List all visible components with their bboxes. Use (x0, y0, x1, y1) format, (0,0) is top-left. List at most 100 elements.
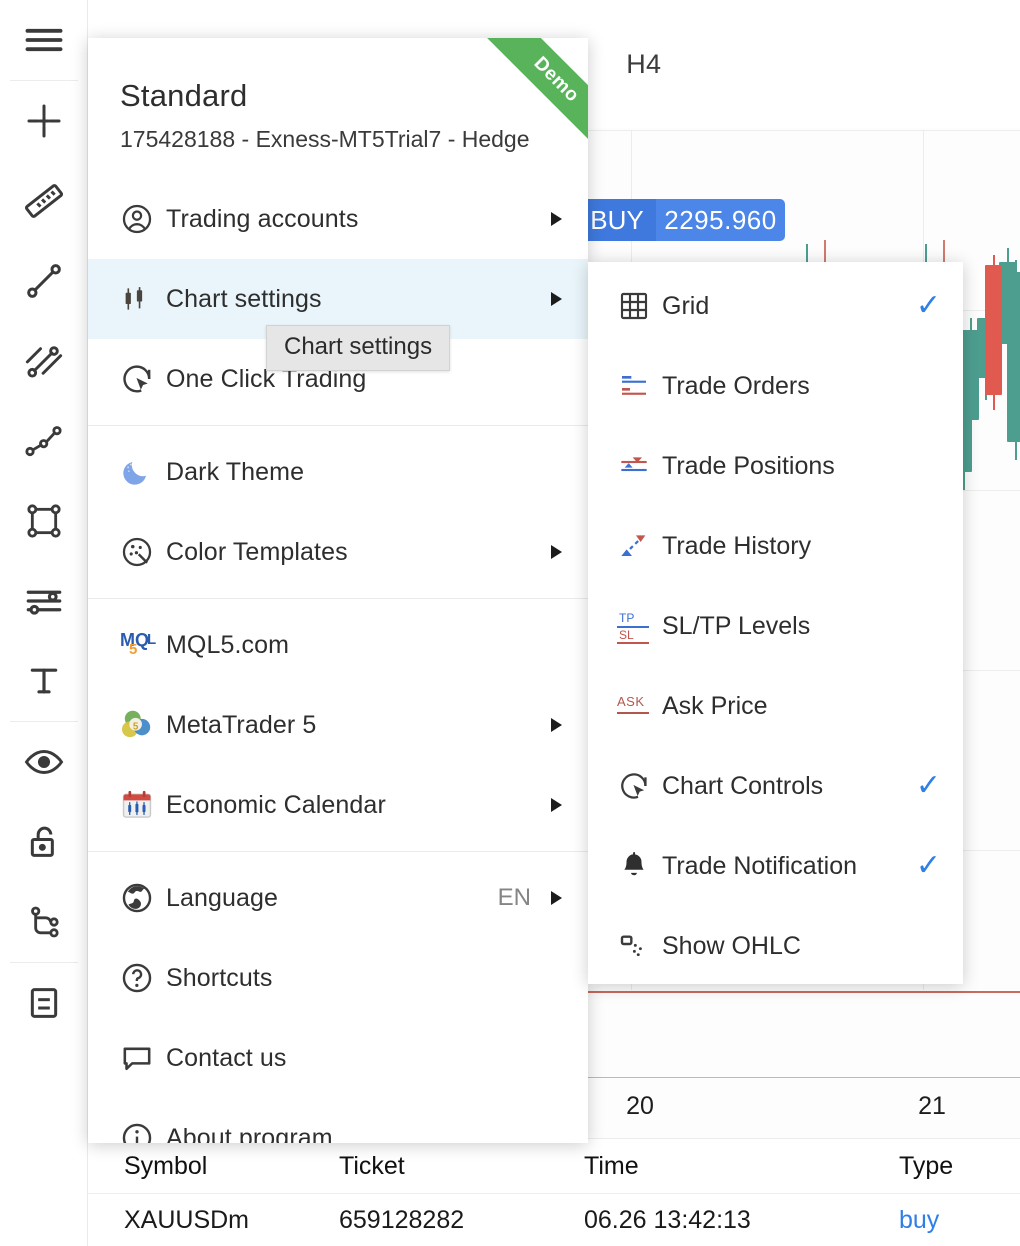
mql5-logo-icon: MQL5 (120, 630, 166, 660)
menu-item-label: MetaTrader 5 (166, 711, 551, 740)
palette-icon (120, 535, 166, 569)
main-menu-panel[interactable]: Standard 175428188 - Exness-MT5Trial7 - … (88, 38, 588, 1143)
table-row[interactable]: XAUUSDm65912828206.26 13:42:13buy (88, 1193, 1020, 1246)
account-type-title: Standard (120, 78, 588, 114)
table-header-time[interactable]: Time (584, 1152, 899, 1181)
x-axis-label: 20 (626, 1092, 654, 1121)
submenu-item-label: Trade Positions (662, 452, 941, 481)
menu-item-label: Color Templates (166, 538, 551, 567)
ohlc-icon (606, 930, 662, 962)
submenu-item-label: Grid (662, 292, 916, 321)
menu-item-value: EN (498, 884, 531, 912)
menu-item-dark-theme[interactable]: Dark Theme (88, 432, 588, 512)
crosshair-icon[interactable] (0, 81, 88, 161)
buy-button-label: BUY (578, 199, 656, 241)
account-subtitle: 175428188 - Exness-MT5Trial7 - Hedge (120, 126, 588, 153)
table-header-ticket[interactable]: Ticket (339, 1152, 584, 1181)
layers-icon[interactable] (0, 963, 88, 1043)
submenu-item-label: Trade Notification (662, 852, 916, 881)
channel-icon[interactable] (0, 321, 88, 401)
menu-item-label: Language (166, 884, 498, 913)
checkmark-icon: ✓ (916, 291, 941, 321)
hamburger-menu-icon[interactable] (0, 0, 88, 80)
submenu-item-trade-positions[interactable]: Trade Positions (588, 426, 963, 506)
info-circle-icon (120, 1121, 166, 1143)
trade-orders-icon (606, 370, 662, 402)
menu-item-label: Economic Calendar (166, 791, 551, 820)
buy-button-price: 2295.960 (656, 205, 785, 236)
menu-item-economic-calendar[interactable]: Economic Calendar (88, 765, 588, 845)
submenu-item-label: Ask Price (662, 692, 941, 721)
candlestick-icon (120, 284, 166, 314)
grid-icon (606, 290, 662, 322)
menu-item-label: Trading accounts (166, 205, 551, 234)
submenu-item-trade-notification[interactable]: Trade Notification✓ (588, 826, 963, 906)
menu-item-metatrader-5[interactable]: 5 MetaTrader 5 (88, 685, 588, 765)
submenu-item-label: Chart Controls (662, 772, 916, 801)
moon-icon (120, 456, 166, 488)
branch-icon[interactable] (0, 882, 88, 962)
submenu-item-trade-history[interactable]: Trade History (588, 506, 963, 586)
menu-item-color-templates[interactable]: Color Templates (88, 512, 588, 592)
menu-divider (88, 598, 588, 599)
chevron-right-icon (551, 545, 562, 559)
table-cell-ticket: 659128282 (339, 1206, 584, 1235)
polyline-icon[interactable] (0, 401, 88, 481)
svg-text:5: 5 (133, 721, 139, 732)
menu-item-language[interactable]: LanguageEN (88, 858, 588, 938)
sltp-levels-icon: TPSL (606, 609, 662, 643)
menu-item-trading-accounts[interactable]: Trading accounts (88, 179, 588, 259)
timeframe-h4[interactable]: H4 (626, 49, 661, 80)
chart-settings-submenu[interactable]: Grid✓Trade OrdersTrade PositionsTrade Hi… (588, 262, 963, 984)
table-header-row: SymbolTicketTimeType (88, 1139, 1020, 1193)
table-header-symbol[interactable]: Symbol (124, 1152, 339, 1181)
menu-item-label: Dark Theme (166, 458, 562, 487)
chevron-right-icon (551, 292, 562, 306)
chevron-right-icon (551, 212, 562, 226)
submenu-item-sl-tp-levels[interactable]: TPSLSL/TP Levels (588, 586, 963, 666)
positions-table[interactable]: SymbolTicketTimeType XAUUSDm65912828206.… (88, 1138, 1020, 1246)
trendline-icon[interactable] (0, 241, 88, 321)
ask-price-icon: ASK (606, 694, 662, 718)
x-axis-label: 21 (918, 1092, 946, 1121)
checkmark-icon: ✓ (916, 771, 941, 801)
text-tool-icon[interactable] (0, 641, 88, 721)
submenu-item-show-ohlc[interactable]: Show OHLC (588, 906, 963, 986)
menu-item-label: Shortcuts (166, 964, 562, 993)
table-cell-type: buy (899, 1206, 1019, 1235)
menu-divider (88, 425, 588, 426)
submenu-item-chart-controls[interactable]: Chart Controls✓ (588, 746, 963, 826)
menu-item-mql5-com[interactable]: MQL5MQL5.com (88, 605, 588, 685)
unlock-icon[interactable] (0, 802, 88, 882)
trade-history-icon (606, 530, 662, 562)
table-cell-time: 06.26 13:42:13 (584, 1206, 899, 1235)
chart-controls-icon (606, 770, 662, 802)
sliders-icon[interactable] (0, 561, 88, 641)
menu-item-shortcuts[interactable]: Shortcuts (88, 938, 588, 1018)
calendar-icon (120, 788, 166, 822)
drawing-toolbar[interactable] (0, 0, 88, 1246)
chevron-right-icon (551, 798, 562, 812)
submenu-item-ask-price[interactable]: ASKAsk Price (588, 666, 963, 746)
account-circle-icon (120, 202, 166, 236)
menu-header: Standard 175428188 - Exness-MT5Trial7 - … (88, 38, 588, 179)
chevron-right-icon (551, 718, 562, 732)
menu-item-label: About program (166, 1124, 562, 1144)
table-header-type[interactable]: Type (899, 1152, 1019, 1181)
menu-item-about-program[interactable]: About program (88, 1098, 588, 1143)
buy-button[interactable]: BUY 2295.960 (578, 199, 785, 241)
eye-icon[interactable] (0, 722, 88, 802)
ruler-icon[interactable] (0, 161, 88, 241)
trade-positions-icon (606, 450, 662, 482)
submenu-item-trade-orders[interactable]: Trade Orders (588, 346, 963, 426)
bell-icon (606, 850, 662, 882)
table-cell-symbol: XAUUSDm (124, 1206, 339, 1235)
menu-divider (88, 851, 588, 852)
menu-item-label: Contact us (166, 1044, 562, 1073)
submenu-item-label: SL/TP Levels (662, 612, 941, 641)
submenu-item-grid[interactable]: Grid✓ (588, 266, 963, 346)
menu-item-contact-us[interactable]: Contact us (88, 1018, 588, 1098)
checkmark-icon: ✓ (916, 851, 941, 881)
chat-bubble-icon (120, 1041, 166, 1075)
shape-icon[interactable] (0, 481, 88, 561)
